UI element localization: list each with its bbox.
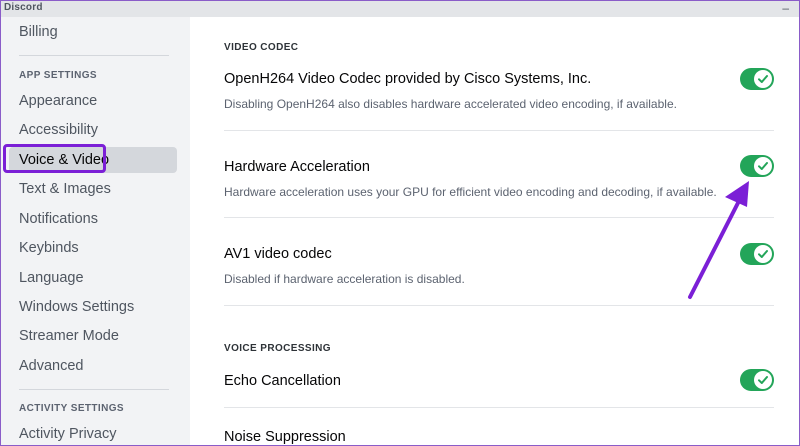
setting-divider <box>224 407 774 408</box>
hardware-acceleration-description: Hardware acceleration uses your GPU for … <box>224 185 717 199</box>
toggle-knob <box>754 70 772 88</box>
arrow-annotation <box>688 181 749 299</box>
sidebar-item-activity-privacy[interactable]: Activity Privacy <box>9 421 177 445</box>
sidebar-item-text-images[interactable]: Text & Images <box>9 176 177 202</box>
sidebar-item-accessibility[interactable]: Accessibility <box>9 117 177 143</box>
av1-codec-title: AV1 video codec <box>224 246 332 262</box>
app-settings-header: APP SETTINGS <box>19 70 97 81</box>
toggle-knob <box>754 157 772 175</box>
title-bar: Discord – <box>1 1 799 17</box>
openh264-description: Disabling OpenH264 also disables hardwar… <box>224 97 677 111</box>
sidebar-divider <box>19 55 169 56</box>
hardware-acceleration-title: Hardware Acceleration <box>224 159 370 175</box>
sidebar-item-keybinds[interactable]: Keybinds <box>9 235 177 261</box>
sidebar-divider <box>19 389 169 390</box>
settings-sidebar: Billing APP SETTINGS Appearance Accessib… <box>1 17 190 445</box>
openh264-toggle[interactable] <box>740 68 774 90</box>
sidebar-item-billing[interactable]: Billing <box>9 19 177 45</box>
echo-cancellation-title: Echo Cancellation <box>224 373 341 389</box>
minimize-button[interactable]: – <box>782 2 789 14</box>
echo-cancellation-toggle[interactable] <box>740 369 774 391</box>
sidebar-item-notifications[interactable]: Notifications <box>9 206 177 232</box>
sidebar-item-streamer-mode[interactable]: Streamer Mode <box>9 323 177 349</box>
noise-suppression-title: Noise Suppression <box>224 429 346 445</box>
check-icon <box>758 376 768 384</box>
sidebar-item-appearance[interactable]: Appearance <box>9 88 177 114</box>
check-icon <box>758 162 768 170</box>
video-codec-header: VIDEO CODEC <box>224 42 299 53</box>
annotation-highlight-box <box>3 144 106 173</box>
app-title: Discord <box>4 2 43 13</box>
av1-codec-description: Disabled if hardware acceleration is dis… <box>224 272 465 286</box>
sidebar-item-windows-settings[interactable]: Windows Settings <box>9 294 177 320</box>
toggle-knob <box>754 371 772 389</box>
sidebar-item-advanced[interactable]: Advanced <box>9 353 177 379</box>
sidebar-item-language[interactable]: Language <box>9 265 177 291</box>
openh264-title: OpenH264 Video Codec provided by Cisco S… <box>224 71 592 87</box>
hardware-acceleration-toggle[interactable] <box>740 155 774 177</box>
app-window: Discord – Billing APP SETTINGS Appearanc… <box>0 0 800 446</box>
check-icon <box>758 75 768 83</box>
activity-settings-header: ACTIVITY SETTINGS <box>19 403 124 414</box>
voice-processing-header: VOICE PROCESSING <box>224 343 331 354</box>
setting-divider <box>224 130 774 131</box>
